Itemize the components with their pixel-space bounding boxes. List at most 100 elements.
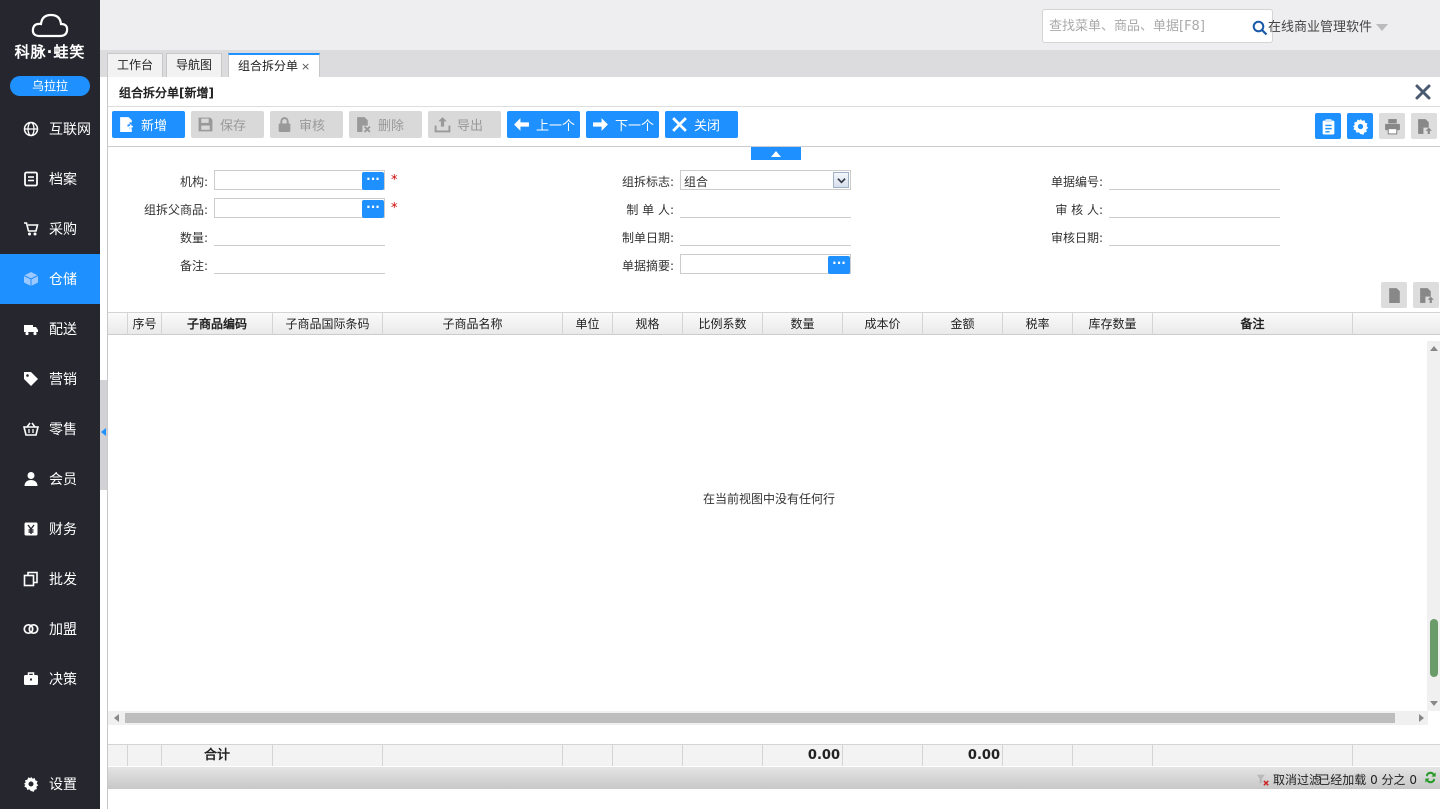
sidebar-item-warehouse[interactable]: 仓储 [0,254,100,304]
copy-icon [22,570,40,588]
sidebar-item-marketing[interactable]: 营销 [0,354,100,404]
sidebar-item-archive[interactable]: 档案 [0,154,100,204]
tab-bar: 工作台 导航图 组合拆分单 × [100,50,1440,77]
total-cell [273,745,383,766]
make-date-label: 制单日期: [621,231,674,245]
close-icon[interactable] [1414,83,1432,101]
clear-filter-label: 取消过滤 [1272,773,1321,787]
clear-filter-button[interactable]: 取消过滤 [1256,771,1321,788]
sidebar: 科脉·蛙笑 乌拉拉 互联网 档案 采购 仓储 配送 营销 零售 会员 财务 批发 [0,0,100,809]
org-lookup-button[interactable]: ··· [362,172,384,190]
grid-header-check [108,313,128,335]
total-cell [613,745,683,766]
column-header[interactable]: 数量 [763,313,843,335]
prev-button[interactable]: 上一个 [507,111,580,138]
tab-label: 工作台 [117,58,154,72]
org-input[interactable] [215,171,384,189]
tab-workbench[interactable]: 工作台 [107,53,164,77]
column-header[interactable]: 序号 [128,313,162,335]
rings-icon [22,620,40,638]
column-header[interactable]: 税率 [1003,313,1073,335]
vertical-scrollbar[interactable] [1427,341,1440,711]
clipboard-button[interactable] [1315,113,1341,139]
save-button[interactable]: 保存 [191,111,264,138]
column-header[interactable]: 子商品名称 [383,313,563,335]
window-title: 组合拆分单[新增] [119,86,214,100]
refresh-icon[interactable] [1423,770,1438,785]
qty-input[interactable] [214,226,385,245]
column-header[interactable]: 金额 [923,313,1003,335]
user-badge[interactable]: 乌拉拉 [10,76,90,96]
settings-button[interactable] [1347,113,1373,139]
sidebar-item-wholesale[interactable]: 批发 [0,554,100,604]
audit-button[interactable]: 审核 [270,111,343,138]
sidebar-item-finance[interactable]: 财务 [0,504,100,554]
parent-product-field[interactable]: ··· [214,198,385,218]
parent-product-lookup-button[interactable]: ··· [362,200,384,218]
sidebar-item-purchase[interactable]: 采购 [0,204,100,254]
scroll-up-icon[interactable] [1430,346,1438,351]
scroll-right-icon[interactable] [1419,714,1424,722]
sidebar-toggle[interactable] [100,380,107,490]
sidebar-item-delivery[interactable]: 配送 [0,304,100,354]
next-button[interactable]: 下一个 [586,111,659,138]
column-header[interactable]: 库存数量 [1073,313,1153,335]
cloud-icon [31,13,69,38]
column-header[interactable]: 单位 [563,313,613,335]
grid-body[interactable] [108,341,1428,711]
org-field[interactable]: ··· [214,170,385,190]
summary-lookup-button[interactable]: ··· [828,256,850,274]
auditor-label: 审 核 人: [1055,203,1103,217]
total-cell [1003,745,1073,766]
summary-input[interactable] [681,255,850,273]
sidebar-item-settings[interactable]: 设置 [0,759,100,809]
tab-navigation[interactable]: 导航图 [166,53,223,77]
button-label: 新增 [141,119,168,134]
flag-select[interactable]: 组合 [680,170,851,190]
clipboard-icon [1322,118,1334,134]
search-icon[interactable] [1252,20,1268,36]
column-header[interactable]: 比例系数 [683,313,763,335]
close-button[interactable]: 关闭 [665,111,738,138]
tab-combine-split[interactable]: 组合拆分单 × [228,53,321,77]
print-button[interactable] [1379,113,1405,139]
import-button[interactable] [1411,113,1437,139]
auditor-field [1109,198,1280,218]
tab-close-icon[interactable]: × [301,60,310,73]
brand-name: 科脉·蛙笑 [14,43,86,61]
save-icon [198,117,213,132]
summary-field[interactable]: ··· [680,254,851,274]
add-row-button[interactable] [1381,282,1407,308]
collapse-form-button[interactable] [751,147,801,160]
total-cell [108,745,128,766]
remark-input[interactable] [214,254,385,273]
column-header[interactable]: 规格 [613,313,683,335]
parent-product-input[interactable] [215,199,384,217]
search-input[interactable] [1049,11,1239,41]
horizontal-scrollbar[interactable] [108,711,1428,725]
sidebar-item-franchise[interactable]: 加盟 [0,604,100,654]
scroll-left-icon[interactable] [114,714,119,722]
sidebar-item-internet[interactable]: 互联网 [0,104,100,154]
scroll-down-icon[interactable] [1430,701,1438,706]
new-button[interactable]: 新增 [112,111,185,138]
software-menu[interactable]: 在线商业管理软件 [1268,16,1389,35]
column-header[interactable]: 子商品国际条码 [273,313,383,335]
sidebar-item-decision[interactable]: 决策 [0,654,100,704]
scroll-thumb[interactable] [1430,619,1438,677]
truck-icon [22,320,40,338]
qty-field[interactable] [214,226,385,246]
column-header[interactable]: 成本价 [843,313,923,335]
remark-field[interactable] [214,254,385,274]
sidebar-item-member[interactable]: 会员 [0,454,100,504]
column-header[interactable]: 子商品编码 [162,313,273,335]
column-header[interactable]: 备注 [1153,313,1353,335]
sidebar-item-label: 设置 [49,777,77,793]
delete-button[interactable]: 删除 [349,111,422,138]
chevron-down-icon[interactable] [833,172,849,188]
export-button[interactable]: 导出 [428,111,501,138]
sidebar-item-label: 档案 [49,172,77,188]
sidebar-item-retail[interactable]: 零售 [0,404,100,454]
scroll-thumb[interactable] [125,713,1395,723]
import-rows-button[interactable] [1413,282,1439,308]
